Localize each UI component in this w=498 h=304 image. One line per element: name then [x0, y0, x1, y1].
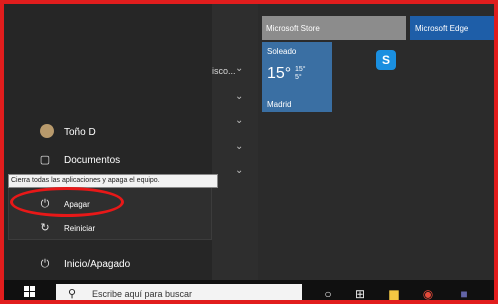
search-input[interactable]: ⚲ Escribe aquí para buscar	[56, 284, 302, 300]
weather-city: Madrid	[267, 100, 292, 109]
app-list-item-truncated[interactable]: isco...	[212, 66, 236, 76]
user-account-item[interactable]: Toño D	[8, 122, 212, 144]
tile-microsoft-edge[interactable]: Microsoft Edge	[410, 16, 494, 40]
weather-low: 5°	[295, 74, 302, 81]
chevron-down-icon[interactable]: ⌄	[235, 92, 243, 102]
user-name: Toño D	[64, 127, 96, 138]
start-menu: isco... ⌄ ⌄ ⌄ ⌄ ⌄ Microsoft Store Micros…	[4, 4, 494, 280]
documents-item[interactable]: ▢ Documentos	[8, 150, 212, 172]
tile-label: Microsoft Store	[266, 24, 320, 33]
documents-label: Documentos	[64, 155, 121, 166]
start-button[interactable]	[8, 280, 52, 300]
power-label: Inicio/Apagado	[64, 259, 131, 270]
weather-high: 15°	[295, 66, 306, 73]
tile-label: Microsoft Edge	[415, 24, 469, 33]
document-icon: ▢	[39, 154, 51, 166]
power-item[interactable]: ⏻ Inicio/Apagado	[8, 254, 212, 276]
chevron-down-icon[interactable]: ⌄	[235, 116, 243, 126]
screenshot-frame: isco... ⌄ ⌄ ⌄ ⌄ ⌄ Microsoft Store Micros…	[0, 0, 498, 304]
cortana-icon[interactable]: ○	[318, 284, 338, 300]
chevron-down-icon[interactable]: ⌄	[235, 142, 243, 152]
restart-icon: ↻	[40, 222, 50, 234]
weather-condition: Soleado	[267, 47, 297, 56]
chevron-down-icon[interactable]: ⌄	[235, 64, 243, 74]
task-view-icon[interactable]: ⊞	[350, 284, 370, 300]
windows-logo-icon	[24, 286, 35, 297]
skype-icon[interactable]: S	[376, 50, 396, 70]
tile-weather[interactable]: Soleado 15° 15° 5° Madrid	[262, 42, 332, 112]
chrome-icon[interactable]: ◉	[418, 284, 438, 300]
tile-microsoft-store[interactable]: Microsoft Store	[262, 16, 406, 40]
avatar	[40, 124, 54, 138]
shutdown-tooltip: Cierra todas las aplicaciones y apaga el…	[8, 174, 218, 188]
restart-item[interactable]: ↻ Reiniciar	[8, 218, 212, 240]
search-icon: ⚲	[68, 288, 77, 300]
teams-icon[interactable]: ■	[454, 284, 474, 300]
weather-temp: 15°	[267, 65, 292, 82]
file-explorer-icon[interactable]: ▆	[384, 284, 404, 300]
chevron-down-icon[interactable]: ⌄	[235, 166, 243, 176]
search-placeholder: Escribe aquí para buscar	[92, 289, 193, 299]
restart-label: Reiniciar	[64, 224, 96, 233]
highlight-circle	[10, 187, 124, 217]
power-icon: ⏻	[40, 258, 50, 270]
